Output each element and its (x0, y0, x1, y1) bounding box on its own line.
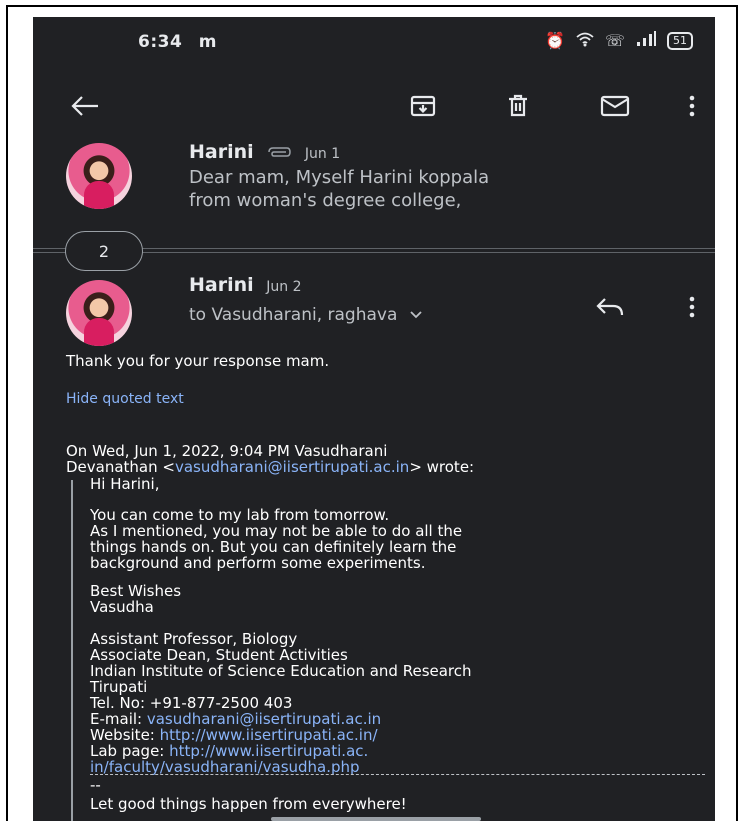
quoted-paragraph: You can come to my lab from tomorrow. As… (90, 507, 462, 571)
avatar[interactable] (66, 143, 132, 209)
archive-icon[interactable] (406, 89, 440, 123)
quoted-text: Hi Harini, (90, 476, 159, 492)
signature-motto: Let good things happen from everywhere! (90, 795, 407, 813)
sender-email-link[interactable]: vasudharani@iisertirupati.ac.in (175, 458, 409, 476)
status-time: 6:34 m (138, 32, 217, 52)
recipients-label: to Vasudharani, raghava (189, 305, 398, 325)
avatar[interactable] (66, 280, 132, 346)
recipients[interactable]: to Vasudharani, raghava (189, 305, 423, 325)
email-toolbar (33, 69, 715, 143)
more-vert-icon[interactable] (675, 89, 709, 123)
signature-labpage-link[interactable]: in/faculty/vasudharani/vasudha.php (90, 759, 472, 775)
quote-line: things hands on. But you can definitely … (90, 538, 457, 556)
quote-bar (71, 480, 73, 821)
attachment-icon (266, 141, 299, 163)
quote-line: You can come to my lab from tomorrow. (90, 506, 390, 524)
signature-labpage: Lab page: http://www.iisertirupati.ac. (90, 743, 472, 759)
phone-screen: 6:34 m ⏰ ☏ 51 Harini Jun 1 Dear mam, Mys… (33, 17, 715, 821)
message-collapsed-jun1[interactable]: Harini Jun 1 Dear mam, Myself Harini kop… (33, 141, 715, 223)
delete-icon[interactable] (501, 89, 535, 123)
signature-line: Tirupati (90, 678, 148, 696)
quote-line: As I mentioned, you may not be able to d… (90, 522, 463, 540)
separator-tail: -- (90, 776, 101, 794)
signature-phone: Tel. No: +91-877-2500 403 (90, 694, 293, 712)
sender-label: Harini (189, 141, 254, 163)
status-bar: 6:34 m ⏰ ☏ 51 (33, 17, 715, 69)
message-snippet: Dear mam, Myself Harini koppala from wom… (189, 166, 489, 212)
status-icons: ⏰ ☏ 51 (545, 31, 693, 51)
quote-header: On Wed, Jun 1, 2022, 9:04 PM Vasudharani… (66, 443, 474, 475)
message-body: Thank you for your response mam. (66, 352, 330, 370)
quoted-signoff: Best Wishes Vasudha (90, 583, 181, 615)
more-vert-icon[interactable] (675, 290, 709, 324)
wifi-icon (575, 31, 595, 51)
quote-line: Best Wishes (90, 582, 182, 600)
sender-name: Harini Jun 1 (189, 141, 340, 163)
sender-name: Harini Jun 2 (189, 274, 302, 296)
quote-line: Hi Harini, (90, 475, 160, 493)
hide-quoted-text-link[interactable]: Hide quoted text (66, 391, 184, 407)
sender-label: Harini (189, 274, 254, 296)
signature-website: Website: http://www.iisertirupati.ac.in/ (90, 727, 472, 743)
quoted-signature: Assistant Professor, Biology Associate D… (90, 631, 472, 775)
collapsed-count-badge[interactable]: 2 (65, 231, 143, 271)
quote-header-end: > wrote: (409, 458, 475, 476)
message-date: Jun 1 (304, 146, 341, 162)
quote-line: background and perform some experiments. (90, 554, 426, 572)
signature-email: E-mail: vasudharani@iisertirupati.ac.in (90, 711, 472, 727)
quote-header-line: Devanathan <vasudharani@iisertirupati.ac… (66, 459, 474, 475)
battery-icon: 51 (667, 32, 693, 50)
snippet-line: from woman's degree college, (189, 190, 462, 211)
back-arrow-icon[interactable] (68, 89, 102, 123)
gesture-nav-bar[interactable] (271, 817, 481, 821)
signal-bars-icon (635, 31, 657, 51)
alarm-icon: ⏰ (545, 31, 565, 50)
message-header-jun2[interactable]: Harini Jun 2 to Vasudharani, raghava (33, 272, 715, 346)
reply-icon[interactable] (593, 290, 627, 324)
quote-line: Vasudha (90, 598, 154, 616)
quote-header-name: Devanathan < (66, 458, 175, 476)
notification-app-icon: m (198, 32, 217, 52)
call-signal-icon: ☏ (604, 31, 625, 50)
chevron-down-icon[interactable] (409, 305, 423, 325)
signature-line: Assistant Professor, Biology (90, 630, 298, 648)
signature-separator (90, 774, 705, 775)
signature-line: Indian Institute of Science Education an… (90, 662, 472, 680)
clock: 6:34 (138, 32, 183, 52)
quote-header-line: On Wed, Jun 1, 2022, 9:04 PM Vasudharani (66, 442, 388, 460)
mark-unread-icon[interactable] (598, 89, 632, 123)
message-date: Jun 2 (266, 279, 302, 295)
snippet-line: Dear mam, Myself Harini koppala (189, 167, 490, 188)
signature-line: Associate Dean, Student Activities (90, 646, 348, 664)
